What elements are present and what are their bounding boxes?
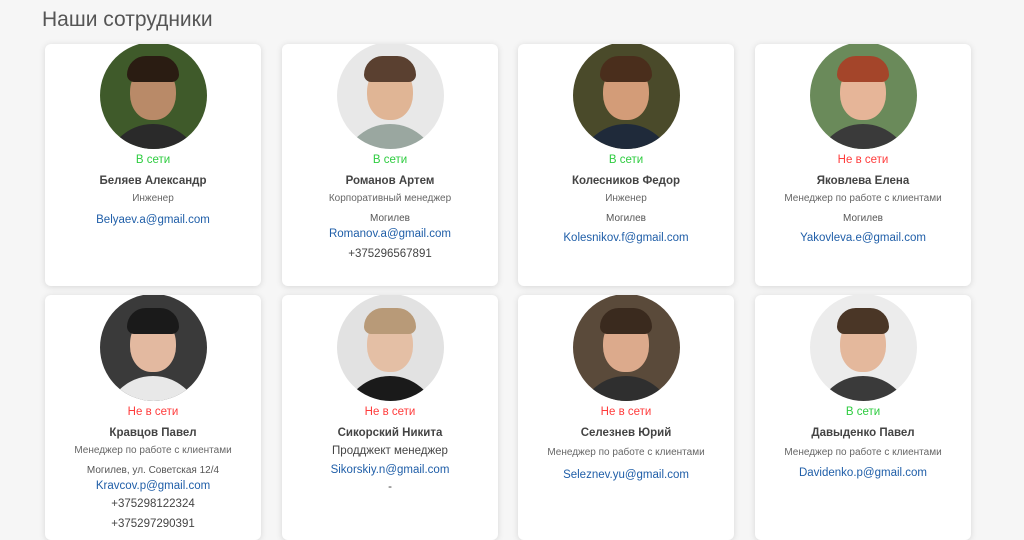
employee-name: Яковлева Елена — [816, 175, 910, 187]
employee-name: Сикорский Никита — [337, 427, 443, 439]
avatar — [572, 44, 680, 149]
status-online: В сети — [372, 154, 408, 166]
employee-name: Беляев Александр — [99, 175, 207, 187]
employee-card[interactable]: Не в сети Яковлева Елена Менеджер по раб… — [755, 44, 971, 286]
employee-position: Инженер — [132, 193, 174, 204]
page-title: Наши сотрудники — [42, 8, 213, 31]
employee-position: Корпоративный менеджер — [328, 193, 452, 204]
avatar — [809, 295, 917, 401]
employee-email-link[interactable]: Belyaev.a@gmail.com — [45, 213, 261, 228]
employee-position: Продджект менеджер — [332, 445, 448, 457]
employee-city: Могилев — [370, 213, 410, 224]
employee-city: Могилев, ул. Советская 12/4 — [86, 465, 220, 476]
employee-name: Кравцов Павел — [109, 427, 197, 439]
employee-name: Селезнев Юрий — [580, 427, 672, 439]
employee-phone: +375297290391 — [111, 518, 195, 530]
employee-card[interactable]: Не в сети Сикорский Никита Продджект мен… — [282, 295, 498, 540]
employee-email-link[interactable]: Seleznev.yu@gmail.com — [518, 468, 734, 483]
employee-name: Колесников Федор — [571, 175, 681, 187]
employee-email-link[interactable]: Kolesnikov.f@gmail.com — [518, 231, 734, 246]
employee-card[interactable]: В сети Колесников Федор Инженер Могилев … — [518, 44, 734, 286]
employee-city: Могилев — [606, 213, 646, 224]
avatar — [809, 44, 917, 149]
employee-email-link[interactable]: Romanov.a@gmail.com — [282, 227, 498, 242]
avatar — [572, 295, 680, 401]
avatar — [336, 295, 444, 401]
avatar — [99, 295, 207, 401]
employee-email-link[interactable]: Yakovleva.e@gmail.com — [755, 231, 971, 246]
employee-city: Могилев — [843, 213, 883, 224]
status-online: В сети — [845, 406, 881, 418]
employee-position: Менеджер по работе с клиентами — [784, 447, 942, 458]
avatar — [99, 44, 207, 149]
employee-phone: +375296567891 — [348, 248, 432, 260]
status-offline: Не в сети — [364, 406, 416, 418]
employee-card[interactable]: Не в сети Кравцов Павел Менеджер по рабо… — [45, 295, 261, 540]
status-offline: Не в сети — [127, 406, 179, 418]
employee-card[interactable]: Не в сети Селезнев Юрий Менеджер по рабо… — [518, 295, 734, 540]
employee-phone: +375298122324 — [111, 498, 195, 510]
avatar — [336, 44, 444, 149]
employee-name: Романов Артем — [345, 175, 435, 187]
employee-position: Менеджер по работе с клиентами — [74, 445, 232, 456]
employee-position: Менеджер по работе с клиентами — [784, 193, 942, 204]
employee-email-link[interactable]: Sikorskiy.n@gmail.com — [282, 463, 498, 478]
employee-email-link[interactable]: Davidenko.p@gmail.com — [755, 466, 971, 481]
empty-field-dash: - — [388, 481, 392, 493]
employee-card[interactable]: В сети Давыденко Павел Менеджер по работ… — [755, 295, 971, 540]
status-online: В сети — [135, 154, 171, 166]
employee-card[interactable]: В сети Романов Артем Корпоративный менед… — [282, 44, 498, 286]
employee-position: Инженер — [605, 193, 647, 204]
employee-email-link[interactable]: Kravcov.p@gmail.com — [45, 479, 261, 494]
status-offline: Не в сети — [837, 154, 889, 166]
status-offline: Не в сети — [600, 406, 652, 418]
employee-position: Менеджер по работе с клиентами — [547, 447, 705, 458]
status-online: В сети — [608, 154, 644, 166]
employee-name: Давыденко Павел — [811, 427, 915, 439]
employee-card[interactable]: В сети Беляев Александр Инженер Belyaev.… — [45, 44, 261, 286]
